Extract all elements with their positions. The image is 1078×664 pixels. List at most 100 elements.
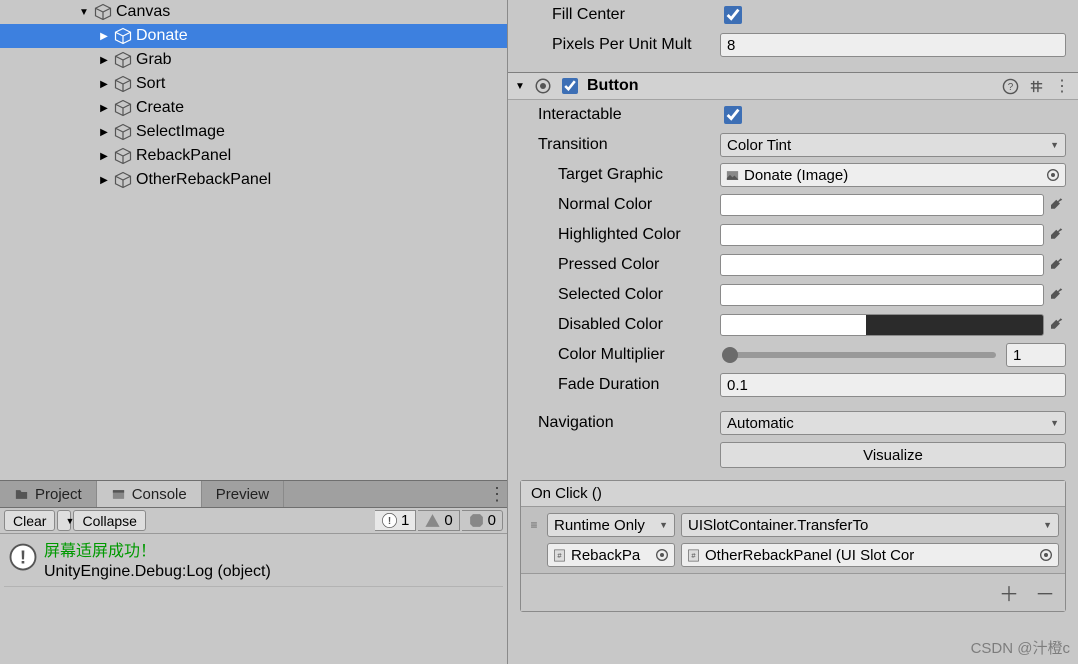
- object-picker-icon[interactable]: [654, 547, 670, 563]
- collapse-label: Collapse: [82, 513, 136, 529]
- call-state-value: Runtime Only: [554, 517, 645, 534]
- warn-count: 0: [444, 512, 452, 529]
- remove-event-button[interactable]: －: [1035, 578, 1055, 607]
- hierarchy-item-sort[interactable]: Sort: [0, 72, 507, 96]
- pressed-color-swatch[interactable]: [720, 254, 1044, 276]
- error-icon: [468, 512, 485, 529]
- gameobject-icon: [114, 171, 132, 189]
- info-count-toggle[interactable]: ! 1: [375, 510, 416, 531]
- hierarchy-item-label: Grab: [136, 51, 172, 69]
- svg-text:!: !: [20, 546, 26, 567]
- foldout-icon[interactable]: [96, 103, 112, 114]
- gameobject-icon: [114, 99, 132, 117]
- highlighted-color-swatch[interactable]: [720, 224, 1044, 246]
- foldout-icon[interactable]: [96, 175, 112, 186]
- clear-button[interactable]: Clear: [4, 510, 55, 531]
- add-event-button[interactable]: ＋: [999, 578, 1019, 607]
- console-body: ! 屏幕适屏成功！ UnityEngine.Debug:Log (object): [0, 534, 507, 664]
- interactable-label: Interactable: [520, 106, 720, 124]
- ppum-label: Pixels Per Unit Mult: [520, 36, 720, 54]
- hierarchy-item-create[interactable]: Create: [0, 96, 507, 120]
- tab-label: Preview: [216, 486, 269, 503]
- color-multiplier-slider[interactable]: [722, 352, 996, 358]
- normal-color-label: Normal Color: [520, 196, 720, 214]
- target-object-field[interactable]: # RebackPa: [547, 543, 675, 567]
- eyedropper-icon[interactable]: [1048, 286, 1066, 304]
- foldout-icon[interactable]: [96, 55, 112, 66]
- clear-label: Clear: [13, 513, 46, 529]
- collapse-button[interactable]: Collapse: [73, 510, 145, 531]
- foldout-icon[interactable]: [96, 79, 112, 90]
- fade-duration-input[interactable]: [720, 373, 1066, 397]
- visualize-button[interactable]: Visualize: [720, 442, 1066, 468]
- svg-text:?: ?: [1007, 82, 1013, 93]
- eyedropper-icon[interactable]: [1048, 196, 1066, 214]
- hierarchy-item-grab[interactable]: Grab: [0, 48, 507, 72]
- transition-value: Color Tint: [727, 137, 791, 154]
- help-icon[interactable]: ?: [1000, 76, 1020, 96]
- warning-icon: [424, 512, 441, 529]
- inspector-panel: Fill Center Pixels Per Unit Mult Button …: [508, 0, 1078, 612]
- target-value: RebackPa: [571, 547, 640, 564]
- tab-preview[interactable]: Preview: [202, 481, 284, 507]
- disabled-color-swatch[interactable]: [720, 314, 1044, 336]
- warn-count-toggle[interactable]: 0: [418, 510, 459, 531]
- hierarchy-item-label: SelectImage: [136, 123, 225, 141]
- gameobject-icon: [114, 147, 132, 165]
- tab-label: Project: [35, 486, 82, 503]
- hierarchy-item-rebackpanel[interactable]: RebackPanel: [0, 144, 507, 168]
- interactable-checkbox[interactable]: [724, 106, 742, 124]
- fill-center-checkbox[interactable]: [724, 6, 742, 24]
- component-menu-icon[interactable]: ⋮: [1052, 76, 1072, 96]
- hierarchy-item-selectimage[interactable]: SelectImage: [0, 120, 507, 144]
- tab-project[interactable]: Project: [0, 481, 97, 507]
- foldout-icon[interactable]: [96, 31, 112, 42]
- script-icon: #: [552, 548, 567, 563]
- folder-icon: [14, 487, 29, 502]
- normal-color-swatch[interactable]: [720, 194, 1044, 216]
- transition-label: Transition: [520, 136, 720, 154]
- color-multiplier-value[interactable]: [1006, 343, 1066, 367]
- button-component-header[interactable]: Button ? ⋮: [508, 72, 1078, 100]
- eyedropper-icon[interactable]: [1048, 316, 1066, 334]
- drag-handle-icon[interactable]: ≡: [527, 520, 541, 530]
- info-icon: !: [381, 512, 398, 529]
- navigation-dropdown[interactable]: Automatic: [720, 411, 1066, 435]
- clear-dropdown[interactable]: [57, 510, 71, 531]
- argument-object-field[interactable]: # OtherRebackPanel (UI Slot Cor: [681, 543, 1059, 567]
- preset-icon[interactable]: [1026, 76, 1046, 96]
- foldout-icon[interactable]: [96, 151, 112, 162]
- function-dropdown[interactable]: UISlotContainer.TransferTo: [681, 513, 1059, 537]
- transition-dropdown[interactable]: Color Tint: [720, 133, 1066, 157]
- log-entry[interactable]: ! 屏幕适屏成功！ UnityEngine.Debug:Log (object): [4, 538, 503, 587]
- error-count-toggle[interactable]: 0: [462, 510, 503, 531]
- foldout-icon[interactable]: [76, 7, 92, 18]
- eyedropper-icon[interactable]: [1048, 256, 1066, 274]
- hierarchy-item-label: Donate: [136, 27, 188, 45]
- function-value: UISlotContainer.TransferTo: [688, 517, 868, 534]
- foldout-icon[interactable]: [512, 81, 528, 92]
- hierarchy-item-canvas[interactable]: Canvas: [0, 0, 507, 24]
- error-count: 0: [488, 512, 496, 529]
- target-graphic-field[interactable]: Donate (Image): [720, 163, 1066, 187]
- hierarchy-item-donate[interactable]: Donate: [0, 24, 507, 48]
- selected-color-swatch[interactable]: [720, 284, 1044, 306]
- highlighted-color-label: Highlighted Color: [520, 226, 720, 244]
- hierarchy-item-label: OtherRebackPanel: [136, 171, 271, 189]
- tab-menu-icon[interactable]: ⋮: [487, 487, 507, 501]
- ppum-input[interactable]: [720, 33, 1066, 57]
- hierarchy-item-label: Canvas: [116, 3, 170, 21]
- tab-console[interactable]: Console: [97, 481, 202, 507]
- bottom-tab-bar: Project Console Preview ⋮: [0, 480, 507, 508]
- component-enable-checkbox[interactable]: [562, 78, 578, 94]
- image-icon: [725, 168, 740, 183]
- fill-center-label: Fill Center: [520, 6, 720, 24]
- object-picker-icon[interactable]: [1045, 167, 1061, 183]
- foldout-icon[interactable]: [96, 127, 112, 138]
- gameobject-icon: [114, 75, 132, 93]
- call-state-dropdown[interactable]: Runtime Only: [547, 513, 675, 537]
- color-multiplier-label: Color Multiplier: [520, 346, 720, 364]
- object-picker-icon[interactable]: [1038, 547, 1054, 563]
- hierarchy-item-otherrebackpanel[interactable]: OtherRebackPanel: [0, 168, 507, 192]
- eyedropper-icon[interactable]: [1048, 226, 1066, 244]
